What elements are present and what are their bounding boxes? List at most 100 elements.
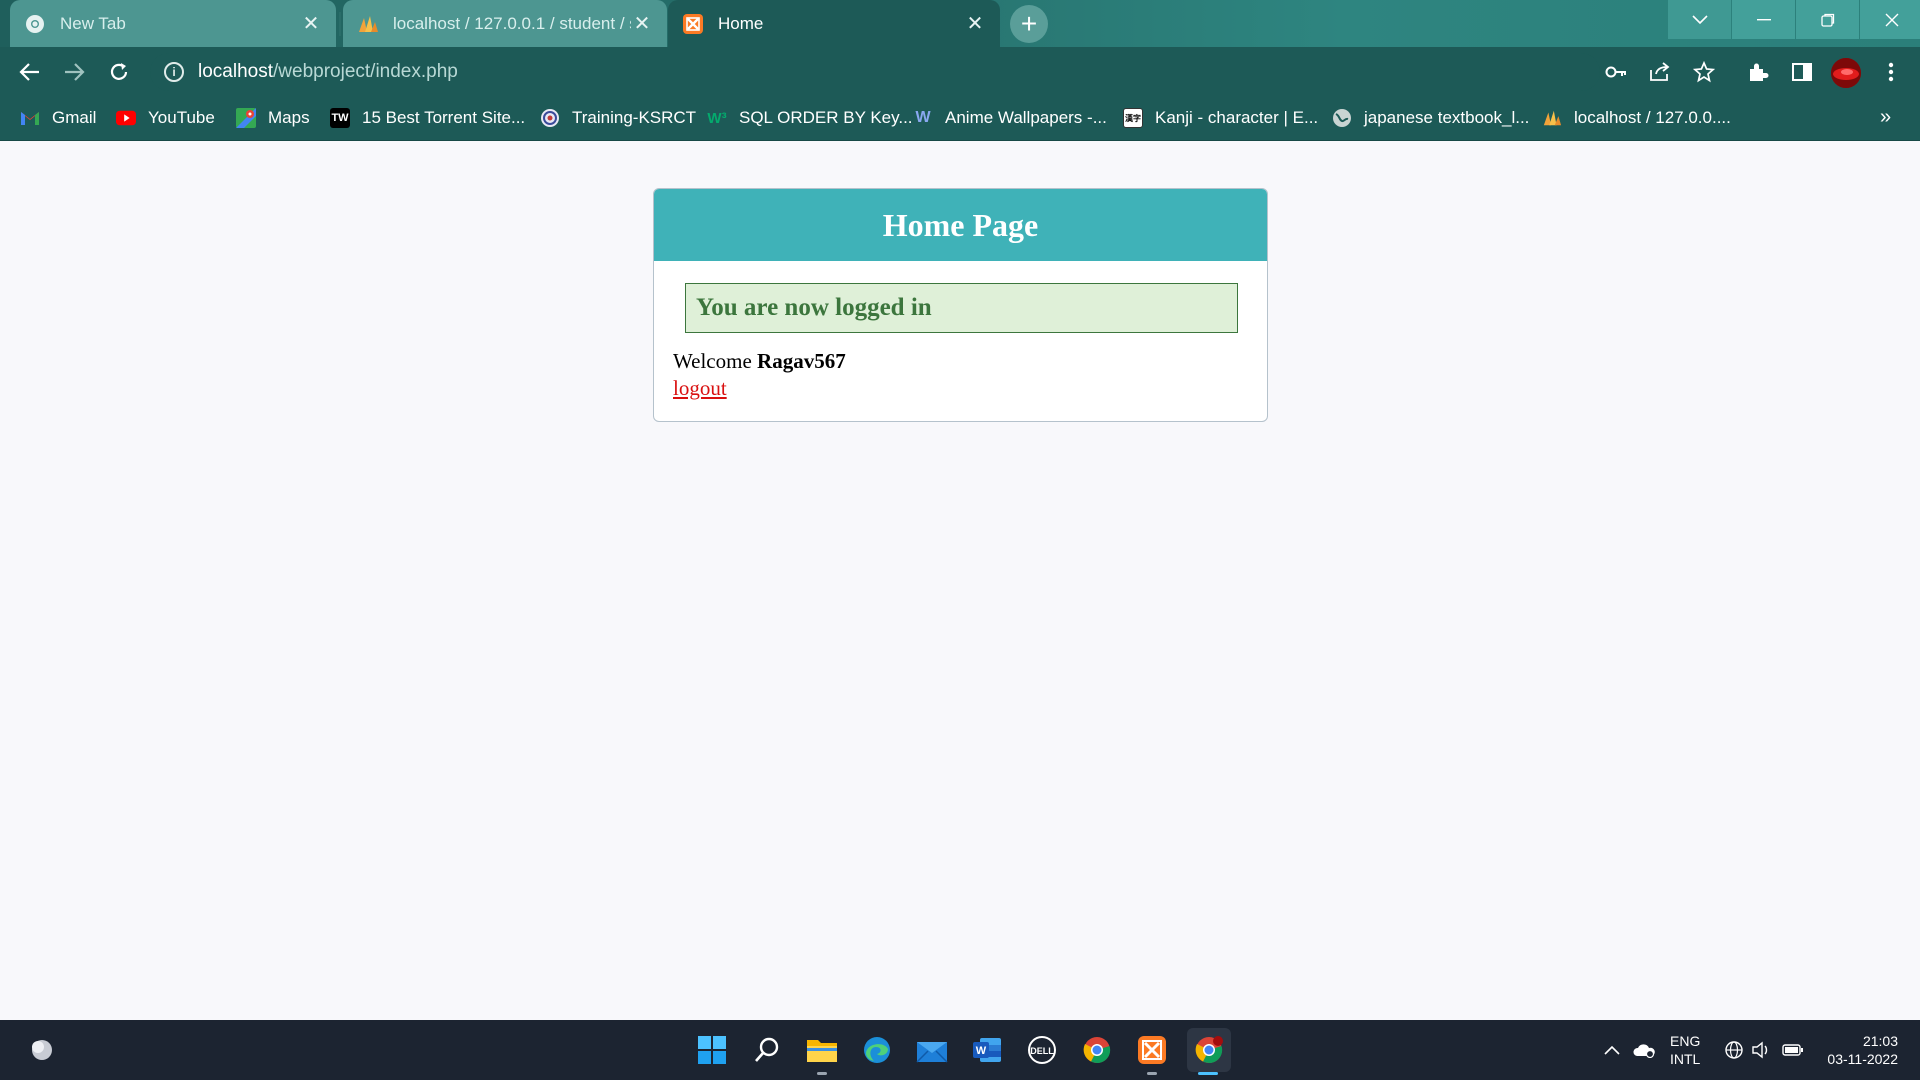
svg-text:DELL: DELL <box>1030 1046 1054 1056</box>
card-header: Home Page <box>654 189 1267 261</box>
dell-icon[interactable]: DELL <box>1022 1030 1062 1070</box>
bookmark-torrent[interactable]: TW 15 Best Torrent Site... <box>330 106 525 130</box>
clock-date: 03-11-2022 <box>1827 1051 1898 1067</box>
system-clock[interactable]: 21:03 03-11-2022 <box>1820 1032 1898 1068</box>
running-indicator <box>1147 1072 1157 1075</box>
xampp-icon[interactable] <box>1132 1030 1172 1070</box>
tab-new-tab[interactable]: New Tab ✕ <box>10 0 336 47</box>
tw-icon: TW <box>330 108 350 128</box>
bookmark-gmail[interactable]: Gmail <box>20 106 96 130</box>
tab-search-chevron-icon[interactable] <box>1668 0 1731 39</box>
bookmark-kanji[interactable]: 漢字 Kanji - character | E... <box>1123 106 1318 130</box>
globe-icon <box>1332 108 1352 128</box>
minimize-button[interactable] <box>1732 0 1795 39</box>
welcome-prefix: Welcome <box>673 349 752 373</box>
running-indicator <box>817 1072 827 1075</box>
ksrct-icon <box>540 108 560 128</box>
address-bar[interactable]: i localhost/webproject/index.php <box>150 53 1600 91</box>
back-arrow-icon[interactable] <box>15 57 45 87</box>
tab-divider <box>339 12 341 36</box>
chrome-icon[interactable] <box>1077 1030 1117 1070</box>
wallpapers-icon: W <box>915 109 931 126</box>
key-icon[interactable] <box>1603 59 1629 85</box>
maps-icon <box>236 108 256 128</box>
start-button[interactable] <box>692 1030 732 1070</box>
page-viewport: Home Page You are now logged in Welcome … <box>0 142 1920 1020</box>
bookmark-localhost-phpmyadmin[interactable]: localhost / 127.0.0.... <box>1542 106 1731 130</box>
edge-icon[interactable] <box>857 1030 897 1070</box>
extensions-icon[interactable] <box>1745 59 1771 85</box>
file-explorer-icon[interactable] <box>802 1030 842 1070</box>
bookmark-maps[interactable]: Maps <box>236 106 310 130</box>
side-panel-icon[interactable] <box>1789 59 1815 85</box>
site-info-icon[interactable]: i <box>164 62 184 82</box>
close-window-button[interactable] <box>1860 0 1920 39</box>
bookmarks-overflow-button[interactable]: » <box>1880 106 1891 129</box>
onedrive-icon[interactable] <box>1632 1020 1656 1080</box>
menu-kebab-icon[interactable] <box>1878 59 1904 85</box>
mail-icon[interactable] <box>912 1030 952 1070</box>
page-title: Home Page <box>882 206 1039 243</box>
phpmyadmin-icon <box>357 13 379 35</box>
welcome-text: Welcome Ragav567 <box>673 349 846 374</box>
language-indicator[interactable]: ENG INTL <box>1670 1032 1700 1068</box>
success-alert: You are now logged in <box>685 283 1238 333</box>
network-globe-icon[interactable] <box>1724 1020 1744 1080</box>
show-hidden-icons-chevron[interactable] <box>1604 1020 1620 1080</box>
chrome-icon <box>24 13 46 35</box>
bookmark-training-ksrct[interactable]: Training-KSRCT <box>540 106 696 130</box>
bookmark-label: localhost / 127.0.0.... <box>1574 108 1731 127</box>
logout-link[interactable]: logout <box>673 376 727 401</box>
username: Ragav567 <box>757 349 846 373</box>
clock-time: 21:03 <box>1862 1033 1898 1049</box>
home-card: Home Page You are now logged in Welcome … <box>653 188 1268 422</box>
taskbar: W DELL ENG INTL 21:03 03-11-2022 <box>0 1020 1920 1080</box>
restore-button[interactable] <box>1796 0 1859 39</box>
tab-label: Home <box>718 13 764 33</box>
bookmarks-bar: Gmail YouTube Maps TW 15 Best Torrent Si… <box>0 96 1920 141</box>
tab-label: New Tab <box>60 13 126 33</box>
active-indicator <box>1198 1072 1218 1075</box>
forward-arrow-icon[interactable] <box>59 57 89 87</box>
share-icon[interactable] <box>1647 59 1673 85</box>
search-icon[interactable] <box>747 1030 787 1070</box>
tab-home[interactable]: Home ✕ <box>668 0 1000 47</box>
bookmark-label: Maps <box>268 108 310 127</box>
kanji-icon: 漢字 <box>1123 108 1143 128</box>
word-icon[interactable]: W <box>967 1030 1007 1070</box>
keyboard-layout: INTL <box>1670 1051 1701 1067</box>
chrome-profile-icon[interactable] <box>1187 1028 1231 1072</box>
bookmark-label: Kanji - character | E... <box>1155 108 1319 127</box>
close-tab-icon[interactable]: ✕ <box>964 13 986 35</box>
bookmark-label: 15 Best Torrent Site... <box>362 108 526 127</box>
w3schools-icon: W³ <box>707 109 727 127</box>
new-tab-button[interactable]: + <box>1010 5 1048 43</box>
volume-icon[interactable] <box>1751 1020 1771 1080</box>
bookmark-japanese-textbook[interactable]: japanese textbook_l... <box>1332 106 1529 130</box>
xampp-icon <box>682 13 704 35</box>
tab-strip: New Tab ✕ localhost / 127.0.0.1 / studen… <box>0 0 1920 47</box>
bookmark-label: Anime Wallpapers -... <box>945 108 1107 127</box>
tab-phpmyadmin[interactable]: localhost / 127.0.0.1 / student / s ✕ <box>343 0 667 47</box>
bookmark-youtube[interactable]: YouTube <box>116 106 215 130</box>
bookmark-label: SQL ORDER BY Key... <box>739 108 913 127</box>
phpmyadmin-icon <box>1542 108 1562 128</box>
youtube-icon <box>116 108 136 128</box>
browser-toolbar: i localhost/webproject/index.php <box>0 47 1920 96</box>
bookmark-label: japanese textbook_l... <box>1364 108 1530 127</box>
gmail-icon <box>20 108 40 128</box>
close-tab-icon[interactable]: ✕ <box>631 13 653 35</box>
language-code: ENG <box>1670 1033 1701 1049</box>
battery-icon[interactable] <box>1782 1020 1804 1080</box>
close-tab-icon[interactable]: ✕ <box>300 13 322 35</box>
bookmark-sql-order-by[interactable]: W³ SQL ORDER BY Key... <box>707 106 913 130</box>
tab-label: localhost / 127.0.0.1 / student / s <box>393 13 631 33</box>
profile-avatar[interactable] <box>1831 58 1861 88</box>
bookmark-star-icon[interactable] <box>1691 59 1717 85</box>
reload-icon[interactable] <box>104 57 134 87</box>
bookmark-label: Gmail <box>52 108 97 127</box>
svg-text:W: W <box>976 1045 987 1057</box>
bookmark-anime-wallpapers[interactable]: W Anime Wallpapers -... <box>913 106 1107 130</box>
weather-widget-icon[interactable] <box>22 1030 62 1070</box>
url-host: localhost <box>198 61 273 82</box>
